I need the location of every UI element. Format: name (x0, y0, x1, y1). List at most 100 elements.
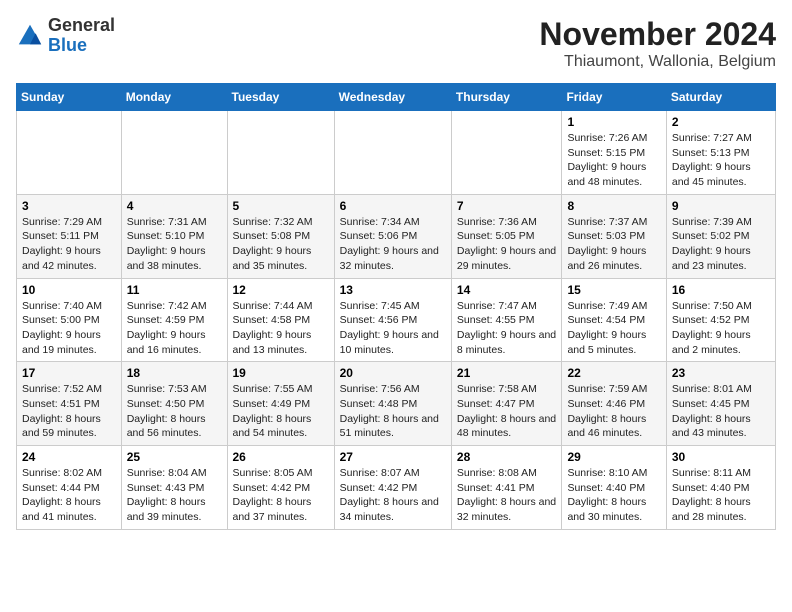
day-info: Sunrise: 7:58 AM Sunset: 4:47 PM Dayligh… (457, 382, 557, 441)
day-number: 6 (340, 199, 446, 213)
calendar-day-1: 1 Sunrise: 7:26 AM Sunset: 5:15 PM Daylig… (562, 111, 666, 195)
calendar-empty-cell (121, 111, 227, 195)
day-number: 3 (22, 199, 116, 213)
calendar-day-19: 19 Sunrise: 7:55 AM Sunset: 4:49 PM Dayli… (227, 362, 334, 446)
day-number: 22 (567, 366, 660, 380)
day-info: Sunrise: 8:04 AM Sunset: 4:43 PM Dayligh… (127, 466, 222, 525)
calendar-day-18: 18 Sunrise: 7:53 AM Sunset: 4:50 PM Dayli… (121, 362, 227, 446)
day-number: 20 (340, 366, 446, 380)
day-info: Sunrise: 7:50 AM Sunset: 4:52 PM Dayligh… (672, 299, 770, 358)
calendar-day-29: 29 Sunrise: 8:10 AM Sunset: 4:40 PM Dayli… (562, 446, 666, 530)
day-info: Sunrise: 8:10 AM Sunset: 4:40 PM Dayligh… (567, 466, 660, 525)
day-number: 8 (567, 199, 660, 213)
calendar-day-30: 30 Sunrise: 8:11 AM Sunset: 4:40 PM Dayli… (666, 446, 775, 530)
calendar-day-25: 25Sunrise: 8:04 AM Sunset: 4:43 PM Dayli… (121, 446, 227, 530)
day-info: Sunrise: 7:34 AM Sunset: 5:06 PM Dayligh… (340, 215, 446, 274)
day-info: Sunrise: 7:45 AM Sunset: 4:56 PM Dayligh… (340, 299, 446, 358)
day-info: Sunrise: 8:08 AM Sunset: 4:41 PM Dayligh… (457, 466, 557, 525)
calendar-day-4: 4 Sunrise: 7:31 AM Sunset: 5:10 PM Daylig… (121, 194, 227, 278)
day-info: Sunrise: 8:02 AM Sunset: 4:44 PM Dayligh… (22, 466, 116, 525)
day-number: 17 (22, 366, 116, 380)
calendar-day-23: 23Sunrise: 8:01 AM Sunset: 4:45 PM Dayli… (666, 362, 775, 446)
day-number: 5 (233, 199, 329, 213)
logo-text-blue: Blue (48, 36, 115, 56)
day-number: 18 (127, 366, 222, 380)
day-header-monday: Monday (121, 84, 227, 111)
day-info: Sunrise: 7:26 AM Sunset: 5:15 PM Dayligh… (567, 131, 660, 190)
day-header-sunday: Sunday (17, 84, 122, 111)
day-info: Sunrise: 8:05 AM Sunset: 4:42 PM Dayligh… (233, 466, 329, 525)
day-number: 19 (233, 366, 329, 380)
calendar-day-7: 7 Sunrise: 7:36 AM Sunset: 5:05 PM Daylig… (451, 194, 562, 278)
calendar-day-28: 28 Sunrise: 8:08 AM Sunset: 4:41 PM Dayli… (451, 446, 562, 530)
logo-text-general: General (48, 16, 115, 36)
calendar-week-row: 3 Sunrise: 7:29 AM Sunset: 5:11 PM Daylig… (17, 194, 776, 278)
month-title: November 2024 (539, 16, 776, 53)
day-header-wednesday: Wednesday (334, 84, 451, 111)
day-number: 30 (672, 450, 770, 464)
calendar-day-11: 11Sunrise: 7:42 AM Sunset: 4:59 PM Dayli… (121, 278, 227, 362)
day-number: 26 (233, 450, 329, 464)
day-info: Sunrise: 7:39 AM Sunset: 5:02 PM Dayligh… (672, 215, 770, 274)
calendar-day-27: 27Sunrise: 8:07 AM Sunset: 4:42 PM Dayli… (334, 446, 451, 530)
calendar-day-9: 9 Sunrise: 7:39 AM Sunset: 5:02 PM Daylig… (666, 194, 775, 278)
title-area: November 2024 Thiaumont, Wallonia, Belgi… (539, 16, 776, 71)
calendar-empty-cell (334, 111, 451, 195)
header: General Blue November 2024 Thiaumont, Wa… (16, 16, 776, 71)
calendar-day-2: 2Sunrise: 7:27 AM Sunset: 5:13 PM Daylig… (666, 111, 775, 195)
day-info: Sunrise: 7:59 AM Sunset: 4:46 PM Dayligh… (567, 382, 660, 441)
day-number: 28 (457, 450, 557, 464)
calendar-week-row: 1 Sunrise: 7:26 AM Sunset: 5:15 PM Daylig… (17, 111, 776, 195)
day-info: Sunrise: 7:47 AM Sunset: 4:55 PM Dayligh… (457, 299, 557, 358)
day-number: 15 (567, 283, 660, 297)
calendar-week-row: 24 Sunrise: 8:02 AM Sunset: 4:44 PM Dayli… (17, 446, 776, 530)
calendar-day-24: 24 Sunrise: 8:02 AM Sunset: 4:44 PM Dayli… (17, 446, 122, 530)
day-number: 4 (127, 199, 222, 213)
day-info: Sunrise: 7:31 AM Sunset: 5:10 PM Dayligh… (127, 215, 222, 274)
day-number: 24 (22, 450, 116, 464)
day-info: Sunrise: 7:55 AM Sunset: 4:49 PM Dayligh… (233, 382, 329, 441)
calendar-day-20: 20Sunrise: 7:56 AM Sunset: 4:48 PM Dayli… (334, 362, 451, 446)
calendar-header-row: SundayMondayTuesdayWednesdayThursdayFrid… (17, 84, 776, 111)
day-info: Sunrise: 8:11 AM Sunset: 4:40 PM Dayligh… (672, 466, 770, 525)
day-info: Sunrise: 8:01 AM Sunset: 4:45 PM Dayligh… (672, 382, 770, 441)
day-info: Sunrise: 7:27 AM Sunset: 5:13 PM Dayligh… (672, 131, 770, 190)
day-number: 1 (567, 115, 660, 129)
calendar-day-26: 26 Sunrise: 8:05 AM Sunset: 4:42 PM Dayli… (227, 446, 334, 530)
logo-icon (16, 22, 44, 50)
day-number: 7 (457, 199, 557, 213)
day-number: 21 (457, 366, 557, 380)
day-header-tuesday: Tuesday (227, 84, 334, 111)
day-info: Sunrise: 7:32 AM Sunset: 5:08 PM Dayligh… (233, 215, 329, 274)
day-number: 9 (672, 199, 770, 213)
calendar-day-21: 21 Sunrise: 7:58 AM Sunset: 4:47 PM Dayli… (451, 362, 562, 446)
calendar-week-row: 10 Sunrise: 7:40 AM Sunset: 5:00 PM Dayli… (17, 278, 776, 362)
calendar-table: SundayMondayTuesdayWednesdayThursdayFrid… (16, 83, 776, 530)
calendar-day-22: 22 Sunrise: 7:59 AM Sunset: 4:46 PM Dayli… (562, 362, 666, 446)
calendar-week-row: 17 Sunrise: 7:52 AM Sunset: 4:51 PM Dayli… (17, 362, 776, 446)
day-header-thursday: Thursday (451, 84, 562, 111)
calendar-day-13: 13 Sunrise: 7:45 AM Sunset: 4:56 PM Dayli… (334, 278, 451, 362)
calendar-empty-cell (17, 111, 122, 195)
calendar-day-16: 16Sunrise: 7:50 AM Sunset: 4:52 PM Dayli… (666, 278, 775, 362)
day-info: Sunrise: 7:40 AM Sunset: 5:00 PM Dayligh… (22, 299, 116, 358)
calendar-day-6: 6 Sunrise: 7:34 AM Sunset: 5:06 PM Daylig… (334, 194, 451, 278)
calendar-empty-cell (451, 111, 562, 195)
day-number: 13 (340, 283, 446, 297)
day-info: Sunrise: 8:07 AM Sunset: 4:42 PM Dayligh… (340, 466, 446, 525)
day-number: 10 (22, 283, 116, 297)
day-info: Sunrise: 7:37 AM Sunset: 5:03 PM Dayligh… (567, 215, 660, 274)
day-header-saturday: Saturday (666, 84, 775, 111)
calendar-day-3: 3 Sunrise: 7:29 AM Sunset: 5:11 PM Daylig… (17, 194, 122, 278)
day-info: Sunrise: 7:49 AM Sunset: 4:54 PM Dayligh… (567, 299, 660, 358)
day-number: 11 (127, 283, 222, 297)
day-number: 12 (233, 283, 329, 297)
day-info: Sunrise: 7:29 AM Sunset: 5:11 PM Dayligh… (22, 215, 116, 274)
location-title: Thiaumont, Wallonia, Belgium (539, 53, 776, 71)
calendar-day-8: 8 Sunrise: 7:37 AM Sunset: 5:03 PM Daylig… (562, 194, 666, 278)
calendar-day-14: 14Sunrise: 7:47 AM Sunset: 4:55 PM Dayli… (451, 278, 562, 362)
day-number: 29 (567, 450, 660, 464)
day-info: Sunrise: 7:36 AM Sunset: 5:05 PM Dayligh… (457, 215, 557, 274)
day-info: Sunrise: 7:53 AM Sunset: 4:50 PM Dayligh… (127, 382, 222, 441)
day-info: Sunrise: 7:52 AM Sunset: 4:51 PM Dayligh… (22, 382, 116, 441)
